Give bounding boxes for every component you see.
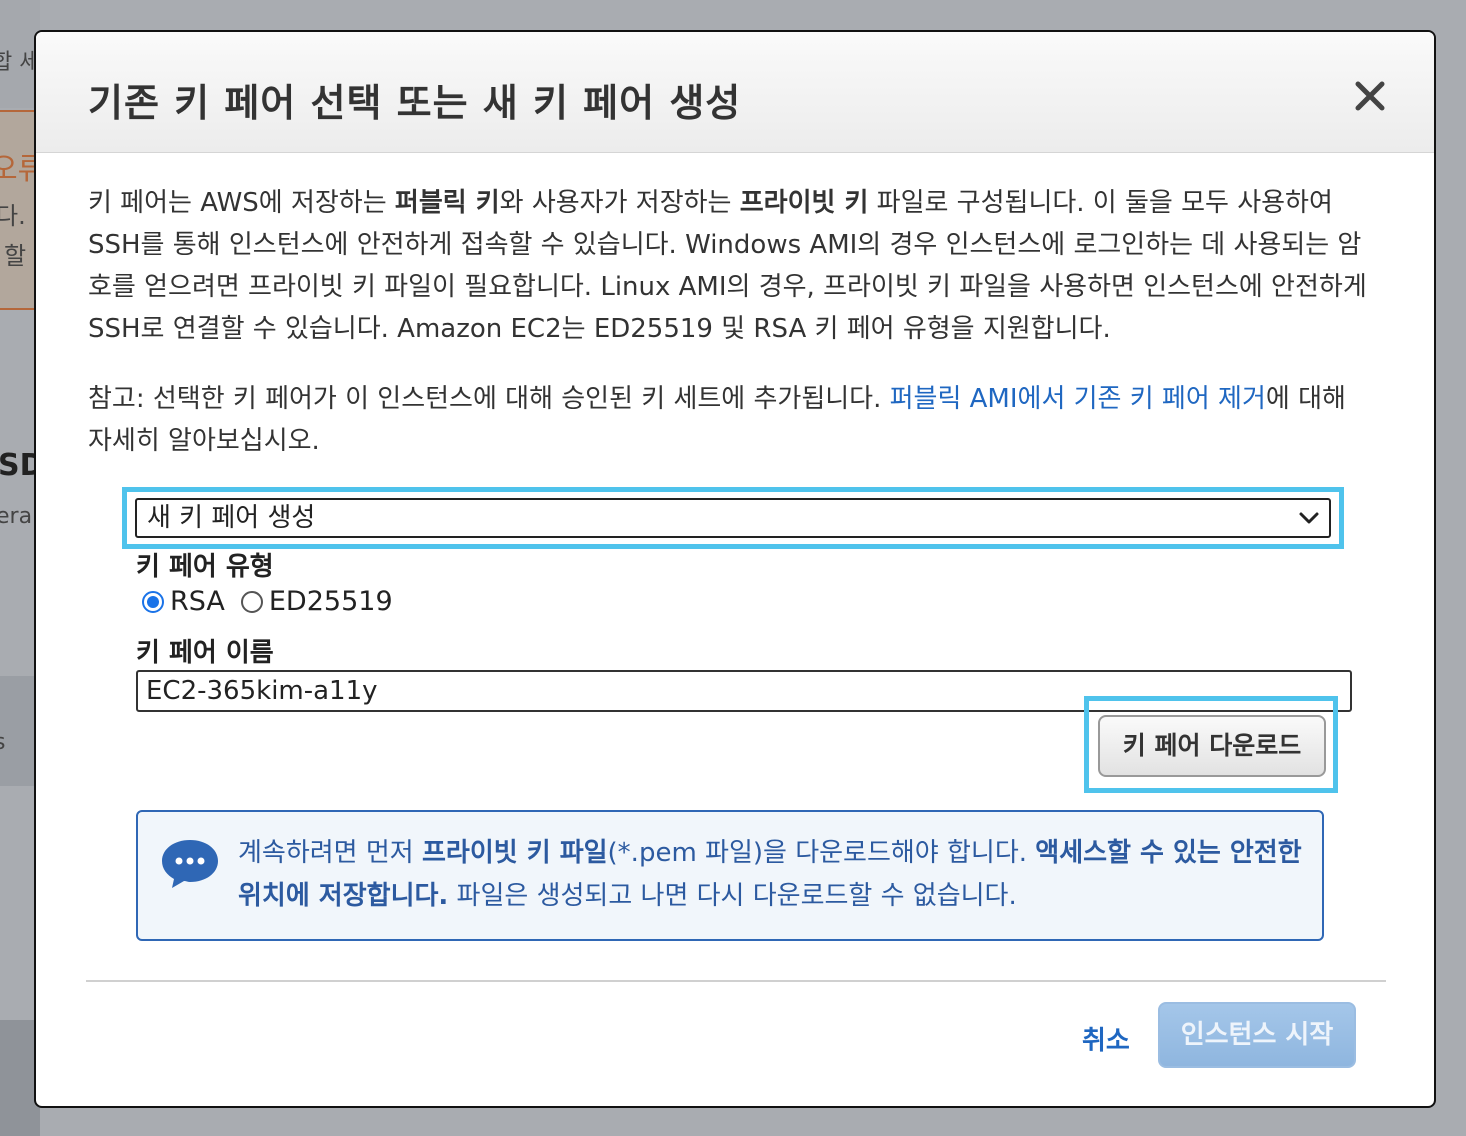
description-strong: 퍼블릭 키 xyxy=(394,188,500,218)
info-text: 계속하려면 먼저 프라이빗 키 파일(*.pem 파일)을 다운로드해야 합니다… xyxy=(238,832,1308,918)
cancel-button[interactable]: 취소 xyxy=(1082,1020,1130,1057)
note-text: 참고: 선택한 키 페어가 이 인스턴스에 대해 승인된 키 세트에 추가됩니다… xyxy=(88,378,1378,462)
chat-bubble-icon xyxy=(162,840,218,888)
key-pair-description: 키 페어는 AWS에 저장하는 퍼블릭 키와 사용자가 저장하는 프라이빗 키 … xyxy=(88,182,1378,350)
key-pair-select-focus-ring: 새 키 페어 생성 xyxy=(122,487,1344,549)
key-pair-select-value: 새 키 페어 생성 xyxy=(147,503,316,533)
info-text-part: 파일은 생성되고 나면 다시 다운로드할 수 없습니다. xyxy=(448,881,1017,911)
modal-body: 키 페어는 AWS에 저장하는 퍼블릭 키와 사용자가 저장하는 프라이빗 키 … xyxy=(88,182,1382,462)
key-name-label: 키 페어 이름 xyxy=(136,638,274,668)
description-strong: 프라이빗 키 xyxy=(739,188,869,218)
footer-divider xyxy=(86,980,1386,982)
info-text-part: 계속하려면 먼저 xyxy=(238,838,422,868)
background-text: 할 xyxy=(4,242,27,270)
key-type-radio-group: RSA ED25519 xyxy=(142,586,409,617)
download-button-focus-ring: 키 페어 다운로드 xyxy=(1084,696,1338,793)
modal-title: 기존 키 페어 선택 또는 새 키 페어 생성 xyxy=(88,81,742,125)
download-key-pair-button[interactable]: 키 페어 다운로드 xyxy=(1098,715,1326,777)
background-text: s xyxy=(0,730,5,755)
background-text: 다. xyxy=(0,202,26,230)
radio-ed25519-label[interactable]: ED25519 xyxy=(269,586,393,617)
description-text: 와 사용자가 저장하는 xyxy=(499,188,740,218)
radio-rsa-label[interactable]: RSA xyxy=(170,586,225,617)
description-text: 키 페어는 AWS에 저장하는 xyxy=(88,188,395,218)
key-type-label: 키 페어 유형 xyxy=(136,552,274,582)
note-text-part: 참고: 선택한 키 페어가 이 인스턴스에 대해 승인된 키 세트에 추가됩니다… xyxy=(88,384,890,414)
chevron-down-icon xyxy=(1299,512,1319,524)
info-text-strong: 프라이빗 키 파일 xyxy=(421,838,608,868)
remove-key-pair-link[interactable]: 퍼블릭 AMI에서 기존 키 페어 제거 xyxy=(890,384,1266,414)
key-pair-modal: 기존 키 페어 선택 또는 새 키 페어 생성 키 페어는 AWS에 저장하는 … xyxy=(34,30,1436,1108)
close-icon[interactable] xyxy=(1350,76,1390,116)
key-pair-select[interactable]: 새 키 페어 생성 xyxy=(135,498,1331,538)
radio-ed25519[interactable] xyxy=(240,590,263,613)
background-text: era xyxy=(0,504,33,529)
info-text-part: (*.pem 파일)을 다운로드해야 합니다. xyxy=(607,838,1036,868)
modal-header: 기존 키 페어 선택 또는 새 키 페어 생성 xyxy=(36,32,1434,153)
radio-rsa[interactable] xyxy=(142,590,164,613)
info-alert: 계속하려면 먼저 프라이빗 키 파일(*.pem 파일)을 다운로드해야 합니다… xyxy=(136,810,1324,941)
launch-instance-button[interactable]: 인스턴스 시작 xyxy=(1158,1002,1356,1068)
